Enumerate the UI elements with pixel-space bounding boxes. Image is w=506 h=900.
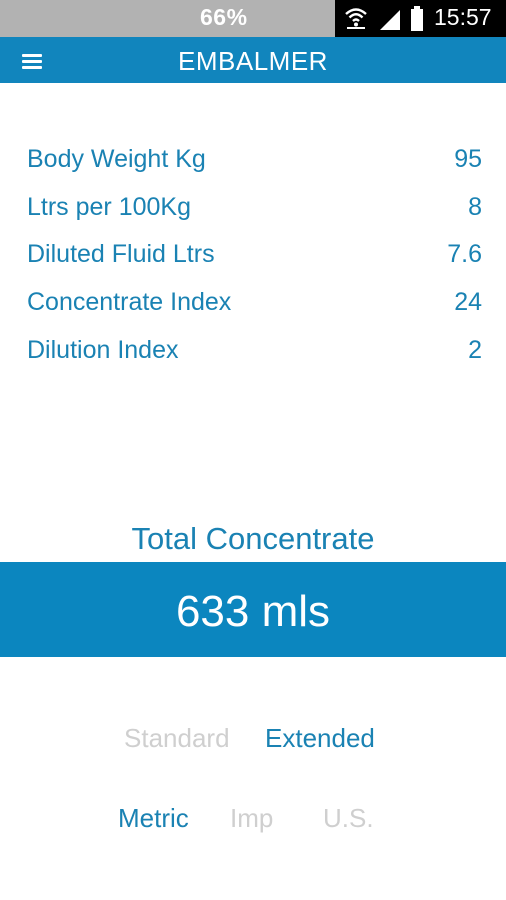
battery-percent: 66% — [200, 4, 248, 30]
mode-extended-toggle[interactable]: Extended — [265, 723, 375, 754]
param-row-concentrate-index[interactable]: Concentrate Index 24 — [27, 288, 482, 328]
status-clock: 15:57 — [434, 4, 492, 30]
param-label: Concentrate Index — [27, 288, 232, 316]
status-bar-left — [0, 0, 335, 37]
param-value[interactable]: 95 — [454, 145, 482, 174]
param-label: Dilution Index — [27, 336, 179, 364]
battery-icon — [411, 6, 423, 31]
param-value[interactable]: 24 — [454, 288, 482, 317]
total-concentrate-label: Total Concentrate — [131, 521, 375, 556]
param-label: Ltrs per 100Kg — [27, 193, 191, 221]
param-row-ltrs-per-100kg[interactable]: Ltrs per 100Kg 8 — [27, 193, 482, 233]
mode-standard-toggle[interactable]: Standard — [124, 723, 230, 754]
param-label: Diluted Fluid Ltrs — [27, 240, 215, 268]
param-row-diluted-fluid: Diluted Fluid Ltrs 7.6 — [27, 240, 482, 280]
total-concentrate-value: 633 mls — [175, 587, 331, 636]
unit-metric-toggle[interactable]: Metric — [118, 803, 189, 834]
param-label: Body Weight Kg — [27, 145, 206, 173]
param-value[interactable]: 2 — [468, 336, 482, 365]
unit-imp-toggle[interactable]: Imp — [230, 803, 273, 834]
signal-icon — [380, 10, 400, 30]
param-value: 7.6 — [447, 240, 482, 268]
param-row-body-weight[interactable]: Body Weight Kg 95 — [27, 145, 482, 185]
app-title: EMBALMER — [178, 46, 328, 76]
param-row-dilution-index[interactable]: Dilution Index 2 — [27, 336, 482, 376]
unit-us-toggle[interactable]: U.S. — [323, 803, 374, 834]
param-value[interactable]: 8 — [468, 193, 482, 222]
wifi-icon — [345, 8, 367, 29]
